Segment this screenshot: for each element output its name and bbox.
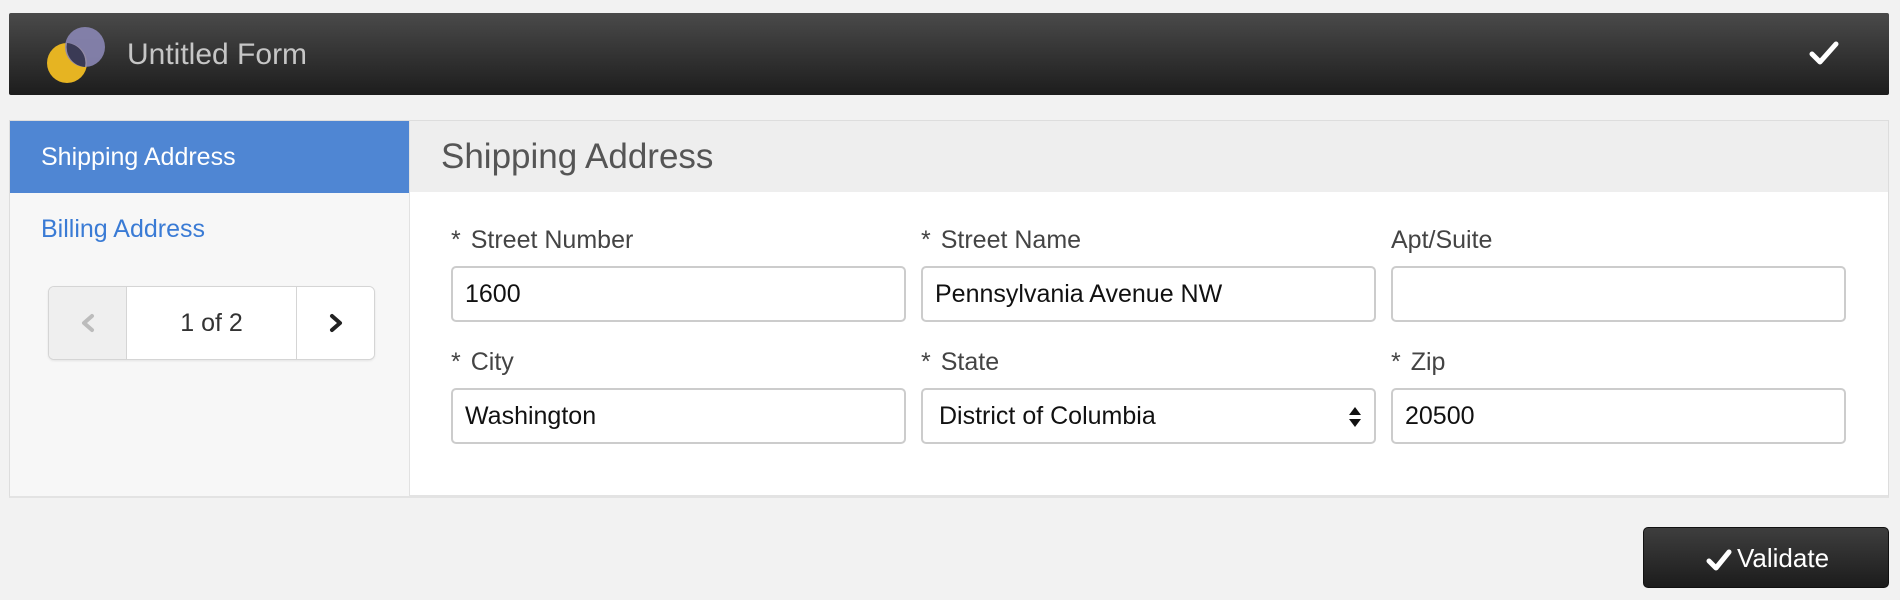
required-marker: * (921, 226, 931, 254)
section-title: Shipping Address (410, 121, 1888, 192)
apt-suite-input[interactable] (1391, 266, 1846, 322)
required-marker: * (1391, 348, 1401, 376)
zip-label: * Zip (1391, 348, 1446, 376)
street-number-field-group: * Street Number 1600 (451, 222, 906, 322)
apt-suite-field-group: Apt/Suite (1391, 222, 1846, 322)
state-select-value: District of Columbia (939, 402, 1156, 430)
sidebar-item-shipping-address[interactable]: Shipping Address (10, 121, 409, 193)
validate-button[interactable]: Validate (1643, 527, 1889, 588)
app-header: Untitled Form (9, 13, 1889, 95)
section-sidebar: Shipping Address Billing Address 1 of 2 (10, 121, 410, 496)
state-field-group: * State District of Columbia (921, 344, 1376, 444)
city-field-group: * City Washington (451, 344, 906, 444)
checkmark-icon (1706, 549, 1732, 571)
street-name-label: * Street Name (921, 226, 1082, 254)
chevron-right-icon (330, 314, 342, 332)
pager-prev-button[interactable] (49, 287, 127, 359)
required-marker: * (921, 348, 931, 376)
required-marker: * (451, 226, 461, 254)
zip-input[interactable]: 20500 (1391, 388, 1846, 444)
street-name-field-group: * Street Name Pennsylvania Avenue NW (921, 222, 1376, 322)
app-title: Untitled Form (127, 38, 308, 71)
section-pager: 1 of 2 (48, 286, 375, 360)
street-number-label: * Street Number (451, 226, 634, 254)
city-input[interactable]: Washington (451, 388, 906, 444)
street-name-input[interactable]: Pennsylvania Avenue NW (921, 266, 1376, 322)
form-card: Shipping Address Billing Address 1 of 2 … (9, 120, 1889, 498)
app-logo-icon (47, 27, 105, 83)
form-main: Shipping Address * Street Number 1600 * St… (410, 121, 1888, 496)
pager-label: 1 of 2 (180, 309, 243, 337)
street-number-input[interactable]: 1600 (451, 266, 906, 322)
apt-suite-label: Apt/Suite (1391, 226, 1493, 254)
state-select[interactable]: District of Columbia (921, 388, 1376, 444)
pager-next-button[interactable] (296, 287, 374, 359)
validate-button-label: Validate (1737, 543, 1830, 573)
chevron-left-icon (82, 314, 94, 332)
city-label: * City (451, 348, 514, 376)
sidebar-item-billing-address[interactable]: Billing Address (10, 193, 409, 265)
zip-field-group: * Zip 20500 (1391, 344, 1846, 444)
select-arrows-icon (1349, 407, 1361, 427)
required-marker: * (451, 348, 461, 376)
state-label: * State (921, 348, 1000, 376)
checkmark-icon[interactable] (1809, 38, 1839, 68)
